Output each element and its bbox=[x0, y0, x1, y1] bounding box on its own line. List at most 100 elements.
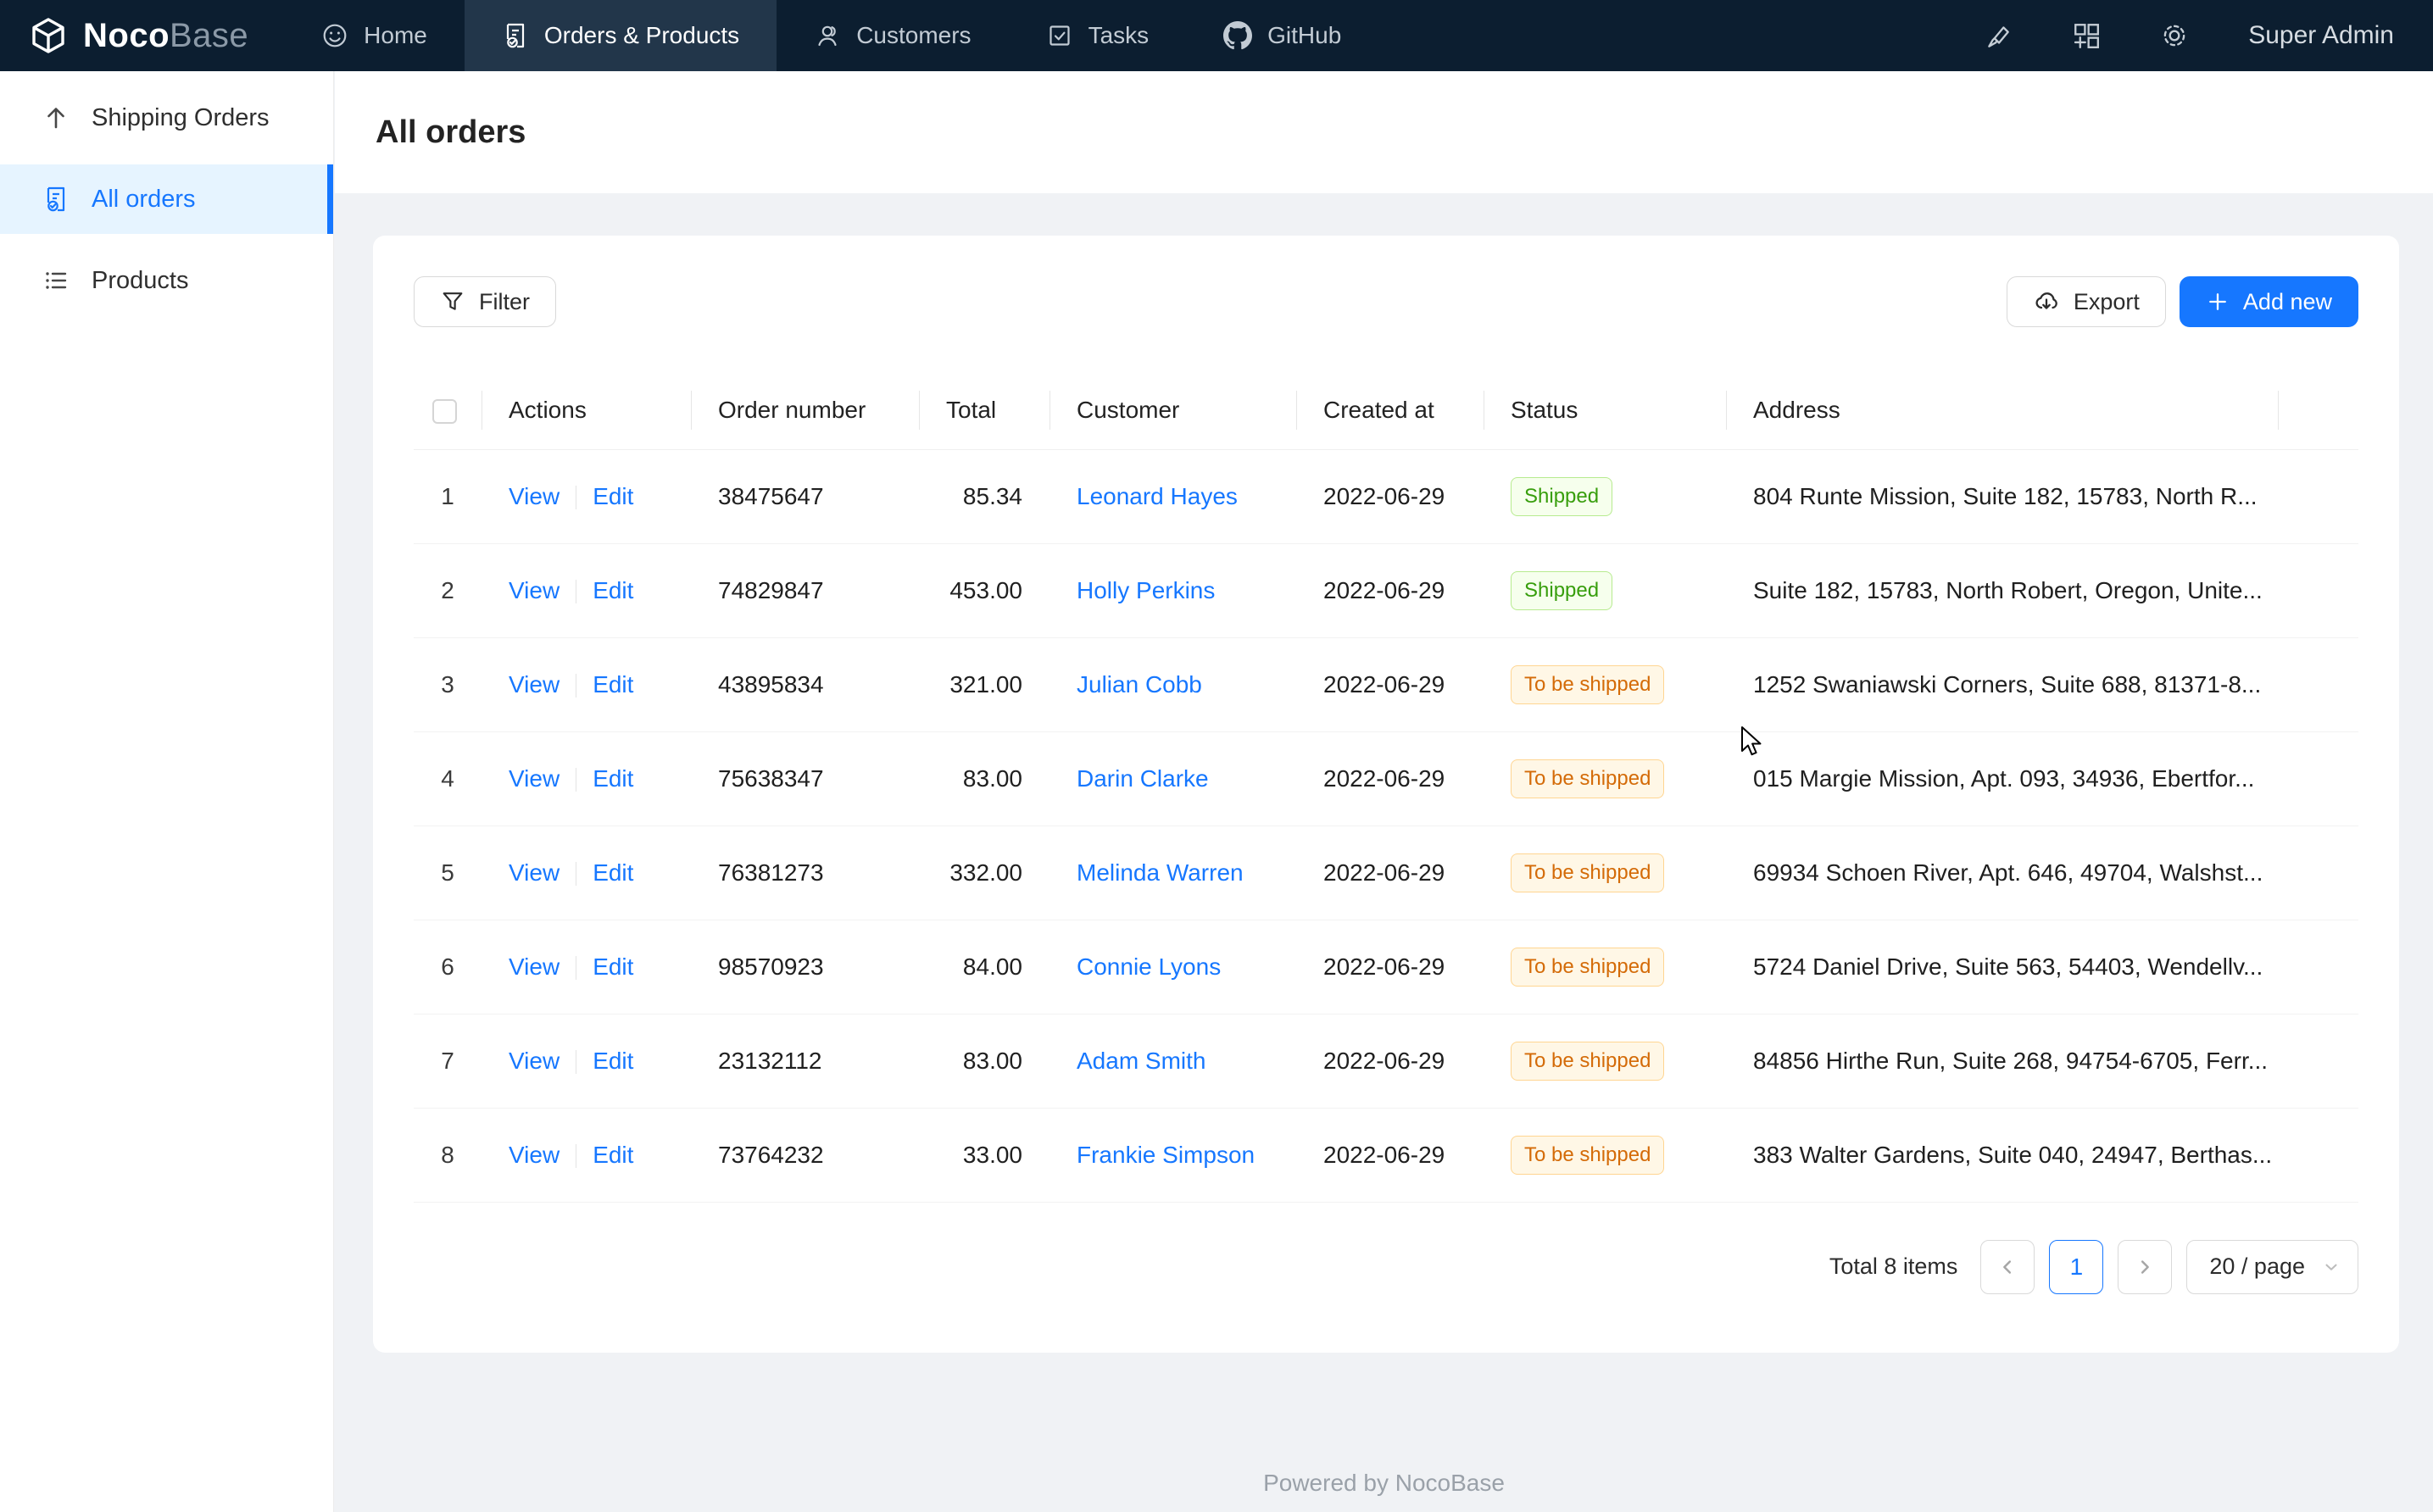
edit-link[interactable]: Edit bbox=[593, 953, 633, 980]
view-link[interactable]: View bbox=[509, 577, 560, 603]
edit-link[interactable]: Edit bbox=[593, 483, 633, 509]
audit-icon bbox=[502, 22, 529, 49]
filter-label: Filter bbox=[479, 289, 530, 315]
sidebar-item-shipping-orders[interactable]: Shipping Orders bbox=[0, 83, 333, 153]
order-number-cell: 98570923 bbox=[691, 920, 919, 1014]
blocks-add-icon[interactable] bbox=[2072, 21, 2101, 50]
navbar-actions: Super Admin bbox=[1984, 0, 2433, 71]
tab-label: Tasks bbox=[1088, 22, 1150, 49]
order-number-cell: 38475647 bbox=[691, 449, 919, 543]
row-index: 6 bbox=[414, 920, 482, 1014]
address-cell: 69934 Schoen River, Apt. 646, 49704, Wal… bbox=[1726, 825, 2278, 920]
edit-link[interactable]: Edit bbox=[593, 1048, 633, 1074]
table-row: 2 ViewEdit 74829847 453.00 Holly Perkins… bbox=[414, 543, 2358, 637]
address-cell: 1252 Swaniawski Corners, Suite 688, 8137… bbox=[1726, 637, 2278, 731]
status-badge: To be shipped bbox=[1511, 948, 1664, 987]
order-number-cell: 43895834 bbox=[691, 637, 919, 731]
customer-link[interactable]: Adam Smith bbox=[1077, 1048, 1206, 1074]
user-menu[interactable]: Super Admin bbox=[2248, 21, 2394, 50]
created-at-cell: 2022-06-29 bbox=[1296, 920, 1484, 1014]
table-row: 4 ViewEdit 75638347 83.00 Darin Clarke 2… bbox=[414, 731, 2358, 825]
address-cell: 383 Walter Gardens, Suite 040, 24947, Be… bbox=[1726, 1108, 2278, 1202]
tab-label: GitHub bbox=[1267, 22, 1341, 49]
smile-icon bbox=[321, 22, 348, 49]
total-cell: 84.00 bbox=[919, 920, 1049, 1014]
header-order-number: Order number bbox=[691, 371, 919, 449]
filter-button[interactable]: Filter bbox=[414, 276, 556, 327]
customer-link[interactable]: Leonard Hayes bbox=[1077, 483, 1238, 509]
view-link[interactable]: View bbox=[509, 1048, 560, 1074]
top-navbar: NocoBase Home bbox=[0, 0, 2433, 71]
page-header: All orders bbox=[335, 71, 2433, 193]
content-area: Filter Export bbox=[335, 193, 2433, 1512]
header-total: Total bbox=[919, 371, 1049, 449]
status-badge: Shipped bbox=[1511, 571, 1612, 610]
tab-tasks[interactable]: Tasks bbox=[1009, 0, 1187, 71]
export-label: Export bbox=[2074, 289, 2140, 315]
view-link[interactable]: View bbox=[509, 483, 560, 509]
edit-link[interactable]: Edit bbox=[593, 859, 633, 886]
add-new-label: Add new bbox=[2243, 289, 2332, 315]
nocobase-logo[interactable]: NocoBase bbox=[0, 0, 284, 71]
tab-github[interactable]: GitHub bbox=[1186, 0, 1378, 71]
view-link[interactable]: View bbox=[509, 765, 560, 792]
tab-orders-products[interactable]: Orders & Products bbox=[465, 0, 777, 71]
edit-link[interactable]: Edit bbox=[593, 671, 633, 698]
pagination-page-1[interactable]: 1 bbox=[2049, 1240, 2103, 1294]
chevron-left-icon bbox=[1996, 1256, 2018, 1278]
github-icon bbox=[1223, 21, 1252, 50]
status-badge: To be shipped bbox=[1511, 853, 1664, 892]
customer-link[interactable]: Frankie Simpson bbox=[1077, 1142, 1255, 1168]
view-link[interactable]: View bbox=[509, 1142, 560, 1168]
filter-funnel-icon bbox=[440, 289, 465, 314]
table-row: 7 ViewEdit 23132112 83.00 Adam Smith 202… bbox=[414, 1014, 2358, 1108]
table-row: 3 ViewEdit 43895834 321.00 Julian Cobb 2… bbox=[414, 637, 2358, 731]
highlighter-icon[interactable] bbox=[1984, 21, 2013, 50]
export-button[interactable]: Export bbox=[2007, 276, 2166, 327]
sidebar-item-all-orders[interactable]: All orders bbox=[0, 164, 333, 234]
tab-home[interactable]: Home bbox=[284, 0, 465, 71]
page-size-select[interactable]: 20 / page bbox=[2186, 1240, 2358, 1294]
page-title: All orders bbox=[376, 114, 526, 151]
customer-link[interactable]: Melinda Warren bbox=[1077, 859, 1244, 886]
customer-link[interactable]: Connie Lyons bbox=[1077, 953, 1221, 980]
edit-link[interactable]: Edit bbox=[593, 577, 633, 603]
created-at-cell: 2022-06-29 bbox=[1296, 731, 1484, 825]
table-row: 1 ViewEdit 38475647 85.34 Leonard Hayes … bbox=[414, 449, 2358, 543]
total-cell: 332.00 bbox=[919, 825, 1049, 920]
view-link[interactable]: View bbox=[509, 953, 560, 980]
edit-link[interactable]: Edit bbox=[593, 765, 633, 792]
settings-gear-icon[interactable] bbox=[2160, 21, 2189, 50]
row-index: 8 bbox=[414, 1108, 482, 1202]
edit-link[interactable]: Edit bbox=[593, 1142, 633, 1168]
view-link[interactable]: View bbox=[509, 671, 560, 698]
view-link[interactable]: View bbox=[509, 859, 560, 886]
pagination-next-button[interactable] bbox=[2118, 1240, 2172, 1294]
customer-link[interactable]: Holly Perkins bbox=[1077, 577, 1215, 603]
status-badge: To be shipped bbox=[1511, 759, 1664, 798]
user-icon bbox=[814, 22, 841, 49]
add-new-button[interactable]: Add new bbox=[2180, 276, 2358, 327]
tab-label: Home bbox=[364, 22, 427, 49]
audit-icon bbox=[42, 186, 70, 213]
pagination-prev-button[interactable] bbox=[1980, 1240, 2035, 1294]
header-customer: Customer bbox=[1049, 371, 1296, 449]
customer-link[interactable]: Julian Cobb bbox=[1077, 671, 1202, 698]
chevron-right-icon bbox=[2134, 1256, 2156, 1278]
sidebar-item-products[interactable]: Products bbox=[0, 246, 333, 315]
list-icon bbox=[42, 267, 70, 294]
row-index: 5 bbox=[414, 825, 482, 920]
sidebar-item-label: Products bbox=[92, 267, 188, 295]
tab-customers[interactable]: Customers bbox=[777, 0, 1008, 71]
created-at-cell: 2022-06-29 bbox=[1296, 1014, 1484, 1108]
row-index: 4 bbox=[414, 731, 482, 825]
select-all-checkbox[interactable] bbox=[432, 399, 457, 424]
status-badge: To be shipped bbox=[1511, 1042, 1664, 1081]
address-cell: Suite 182, 15783, North Robert, Oregon, … bbox=[1726, 543, 2278, 637]
customer-link[interactable]: Darin Clarke bbox=[1077, 765, 1209, 792]
address-cell: 84856 Hirthe Run, Suite 268, 94754-6705,… bbox=[1726, 1014, 2278, 1108]
order-number-cell: 76381273 bbox=[691, 825, 919, 920]
plus-icon bbox=[2206, 290, 2230, 314]
page-size-value: 20 / page bbox=[2209, 1254, 2305, 1280]
table-toolbar: Filter Export bbox=[414, 276, 2358, 327]
